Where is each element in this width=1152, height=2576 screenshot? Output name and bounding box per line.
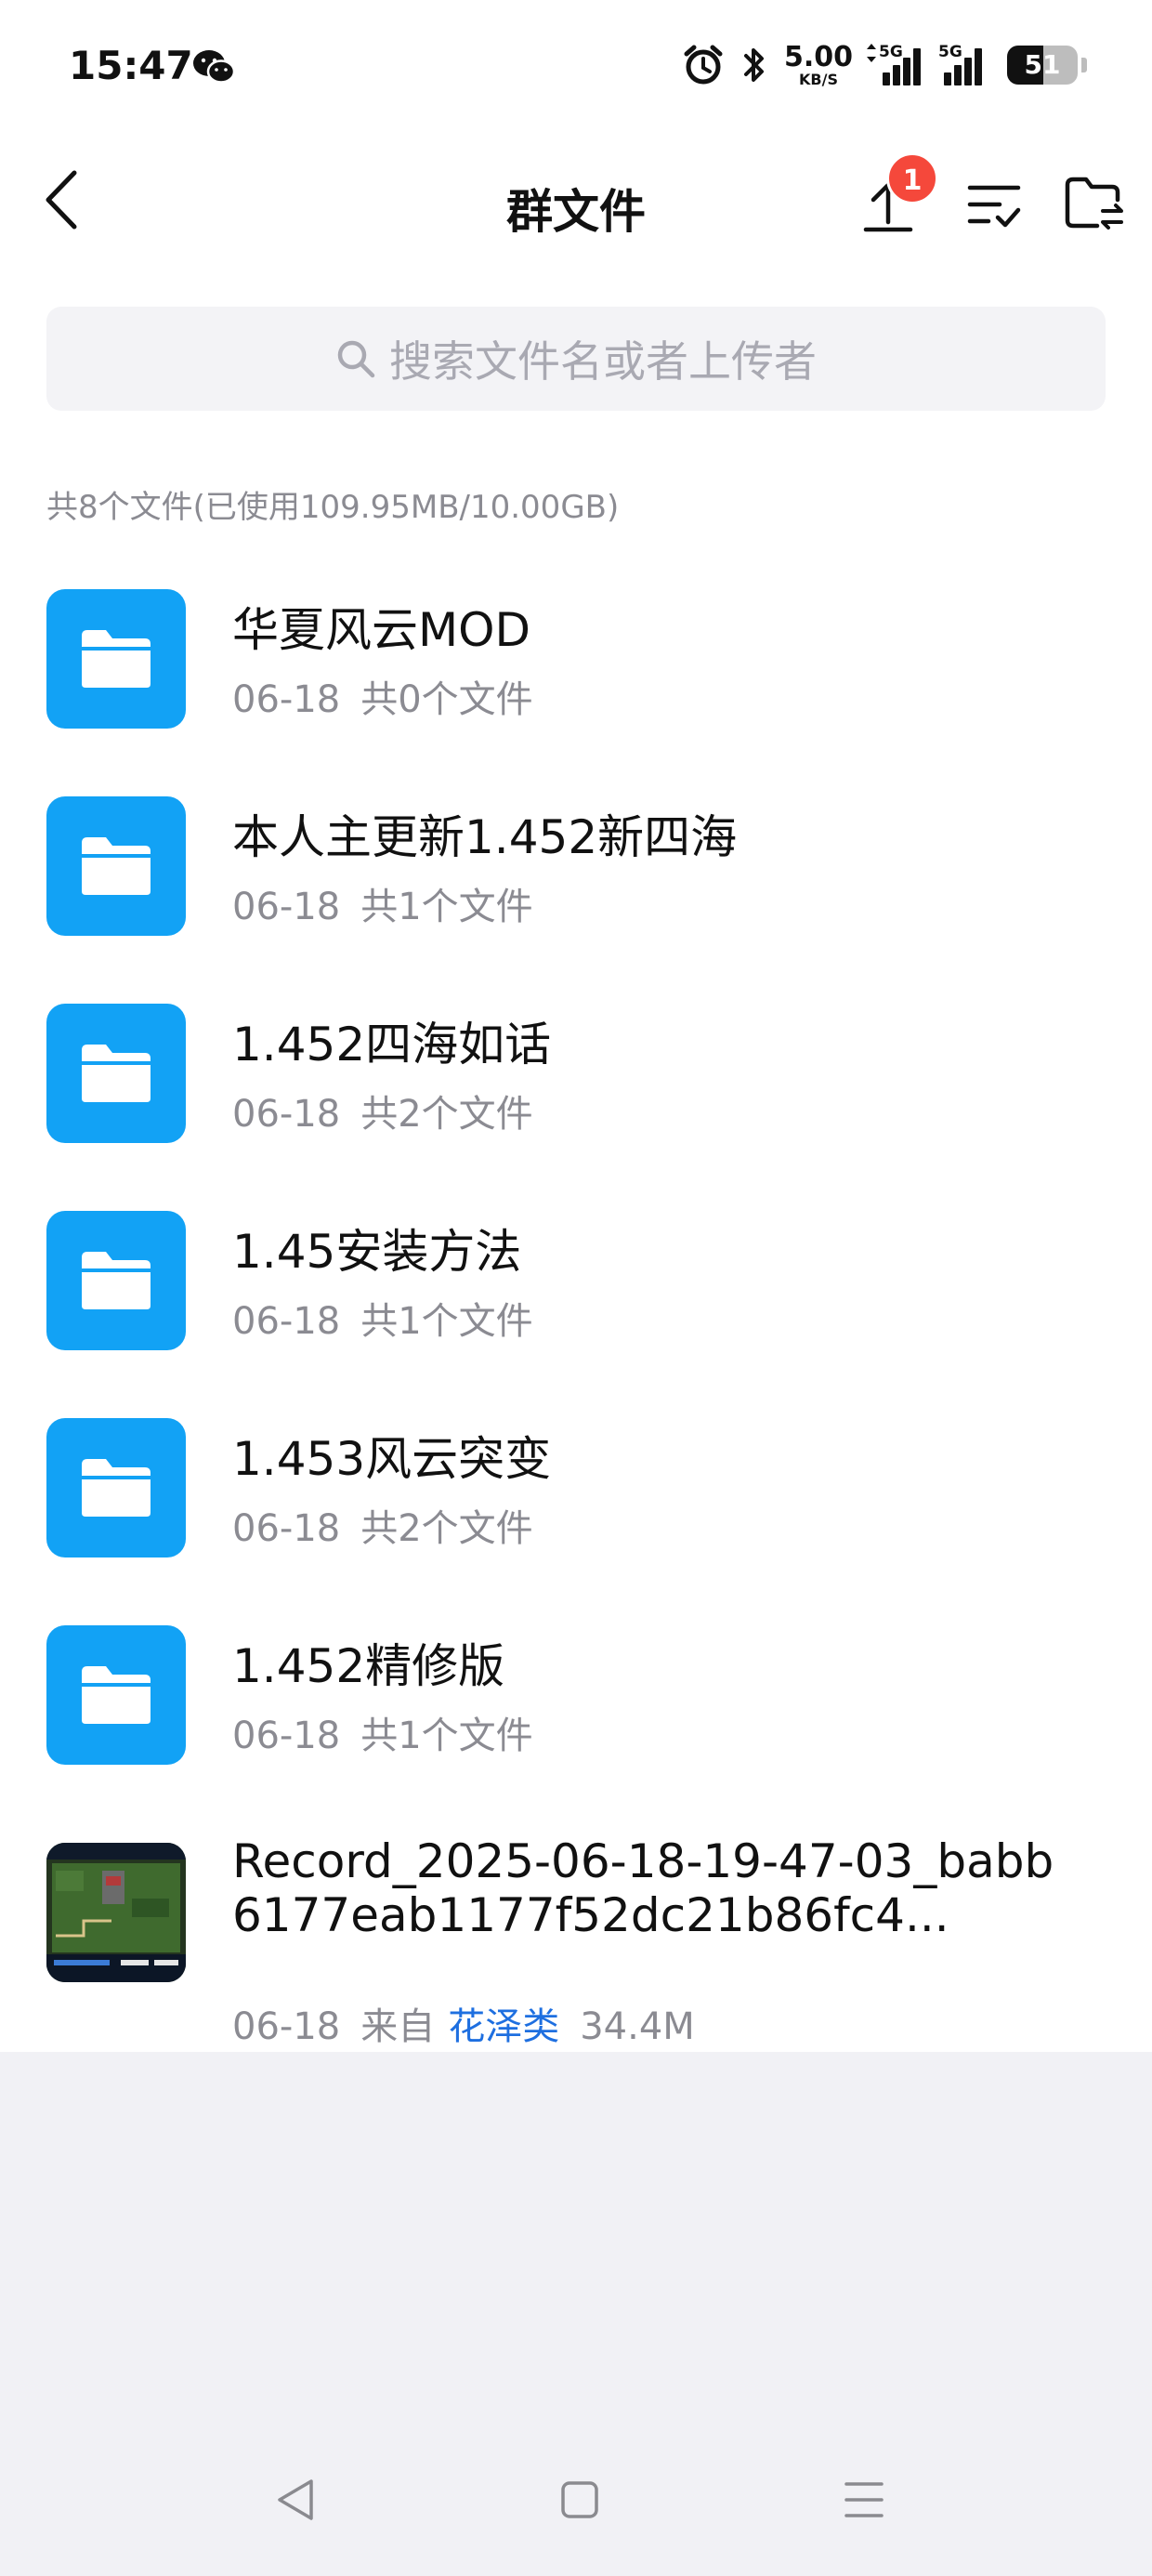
- folder-item[interactable]: 本人主更新1.452新四海 06-18 共1个文件: [0, 765, 1152, 972]
- search-icon: [337, 340, 375, 378]
- folder-icon: [46, 796, 186, 936]
- folder-item[interactable]: 1.45安装方法 06-18 共1个文件: [0, 1179, 1152, 1387]
- folder-icon: [46, 1004, 186, 1143]
- battery-percent: 51: [1024, 49, 1061, 80]
- folder-item[interactable]: 华夏风云MOD 06-18 共0个文件: [0, 558, 1152, 765]
- folder-meta: 06-18 共2个文件: [232, 1498, 533, 1552]
- folder-name: 1.45安装方法: [232, 1225, 522, 1279]
- signal-1-label: 5G: [879, 43, 903, 61]
- folder-name: 1.452四海如话: [232, 1018, 552, 1071]
- nav-home-button[interactable]: [543, 2463, 617, 2537]
- bluetooth-icon: [743, 48, 764, 82]
- file-size: 34.4M: [580, 2005, 695, 2048]
- folder-date: 06-18: [232, 1093, 341, 1136]
- folder-meta: 06-18 共2个文件: [232, 1084, 533, 1137]
- video-thumbnail: [46, 1843, 186, 1982]
- file-list: 华夏风云MOD 06-18 共0个文件 本人主更新1.452新四海 06-18 共1…: [0, 558, 1152, 2163]
- search-placeholder: 搜索文件名或者上传者: [389, 336, 817, 387]
- folder-date: 06-18: [232, 678, 341, 721]
- back-arrow-icon: [46, 170, 77, 230]
- header-bar: 群文件: [0, 139, 1152, 260]
- folder-item[interactable]: 1.452精修版 06-18 共1个文件: [0, 1594, 1152, 1801]
- folder-count: 共2个文件: [360, 1507, 533, 1550]
- nav-back-icon: [278, 2479, 313, 2520]
- folder-icon: [46, 1418, 186, 1557]
- folder-icon: [46, 1211, 186, 1350]
- network-speed: 5.00 KB/S: [783, 40, 853, 88]
- folder-count: 共2个文件: [360, 1093, 533, 1136]
- folder-icon: [46, 1625, 186, 1765]
- status-icons: 5.00 KB/S 5G 5G 51: [682, 41, 1087, 89]
- folder-name: 1.453风云突变: [232, 1432, 552, 1486]
- signal-2-label: 5G: [938, 43, 962, 61]
- nav-menu-button[interactable]: [827, 2463, 901, 2537]
- folder-date: 06-18: [232, 886, 341, 928]
- sort-button[interactable]: [957, 167, 1031, 242]
- back-button[interactable]: [33, 167, 89, 232]
- battery-tip: [1081, 58, 1087, 72]
- folder-name: 1.452精修版: [232, 1639, 505, 1693]
- net-speed-unit: KB/S: [799, 70, 838, 88]
- signal-2: 5G: [938, 43, 990, 85]
- from-label: 来自: [360, 2005, 436, 2048]
- signal-1: 5G: [867, 43, 922, 85]
- folder-count: 共1个文件: [360, 1300, 533, 1343]
- folder-date: 06-18: [232, 1715, 341, 1757]
- uploader-link[interactable]: 花泽类: [448, 2005, 559, 2048]
- nav-menu-icon: [844, 2482, 884, 2517]
- file-date: 06-18: [232, 2005, 341, 2048]
- folder-switch-icon: [1065, 177, 1123, 230]
- folder-count: 共1个文件: [360, 886, 533, 928]
- upload-badge: 1: [886, 152, 938, 204]
- folder-meta: 06-18 共1个文件: [232, 1705, 533, 1759]
- folder-count: 共0个文件: [360, 678, 533, 721]
- folder-meta: 06-18 共1个文件: [232, 1291, 533, 1345]
- folder-switch-button[interactable]: [1057, 167, 1132, 242]
- file-meta: 06-18 来自 花泽类 34.4M: [232, 1996, 695, 2050]
- data-transfer-icon: [867, 44, 876, 62]
- storage-summary: 共8个文件(已使用109.95MB/10.00GB): [46, 489, 620, 526]
- folder-date: 06-18: [232, 1300, 341, 1343]
- folder-date: 06-18: [232, 1507, 341, 1550]
- folder-name: 本人主更新1.452新四海: [232, 810, 738, 864]
- search-input[interactable]: 搜索文件名或者上传者: [46, 307, 1106, 411]
- file-name: Record_2025-06-18-19-47-03_babb6177eab11…: [232, 1834, 1054, 1942]
- sort-list-icon: [967, 185, 1021, 228]
- folder-name: 华夏风云MOD: [232, 603, 530, 657]
- alarm-icon: [684, 45, 723, 85]
- folder-item[interactable]: 1.452四海如话 06-18 共2个文件: [0, 972, 1152, 1179]
- folder-meta: 06-18 共0个文件: [232, 669, 533, 723]
- nav-back-button[interactable]: [258, 2463, 333, 2537]
- net-speed-value: 5.00: [783, 40, 853, 73]
- wechat-icon: [193, 50, 236, 84]
- battery-icon: 51: [1007, 46, 1078, 85]
- folder-item[interactable]: 1.453风云突变 06-18 共2个文件: [0, 1387, 1152, 1594]
- folder-meta: 06-18 共1个文件: [232, 876, 533, 930]
- folder-icon: [46, 589, 186, 729]
- folder-count: 共1个文件: [360, 1715, 533, 1757]
- nav-home-icon: [561, 2481, 598, 2518]
- status-bar: 15:47 5.00 KB/S 5G 5G 51: [0, 0, 1152, 139]
- status-time: 15:47: [69, 43, 193, 88]
